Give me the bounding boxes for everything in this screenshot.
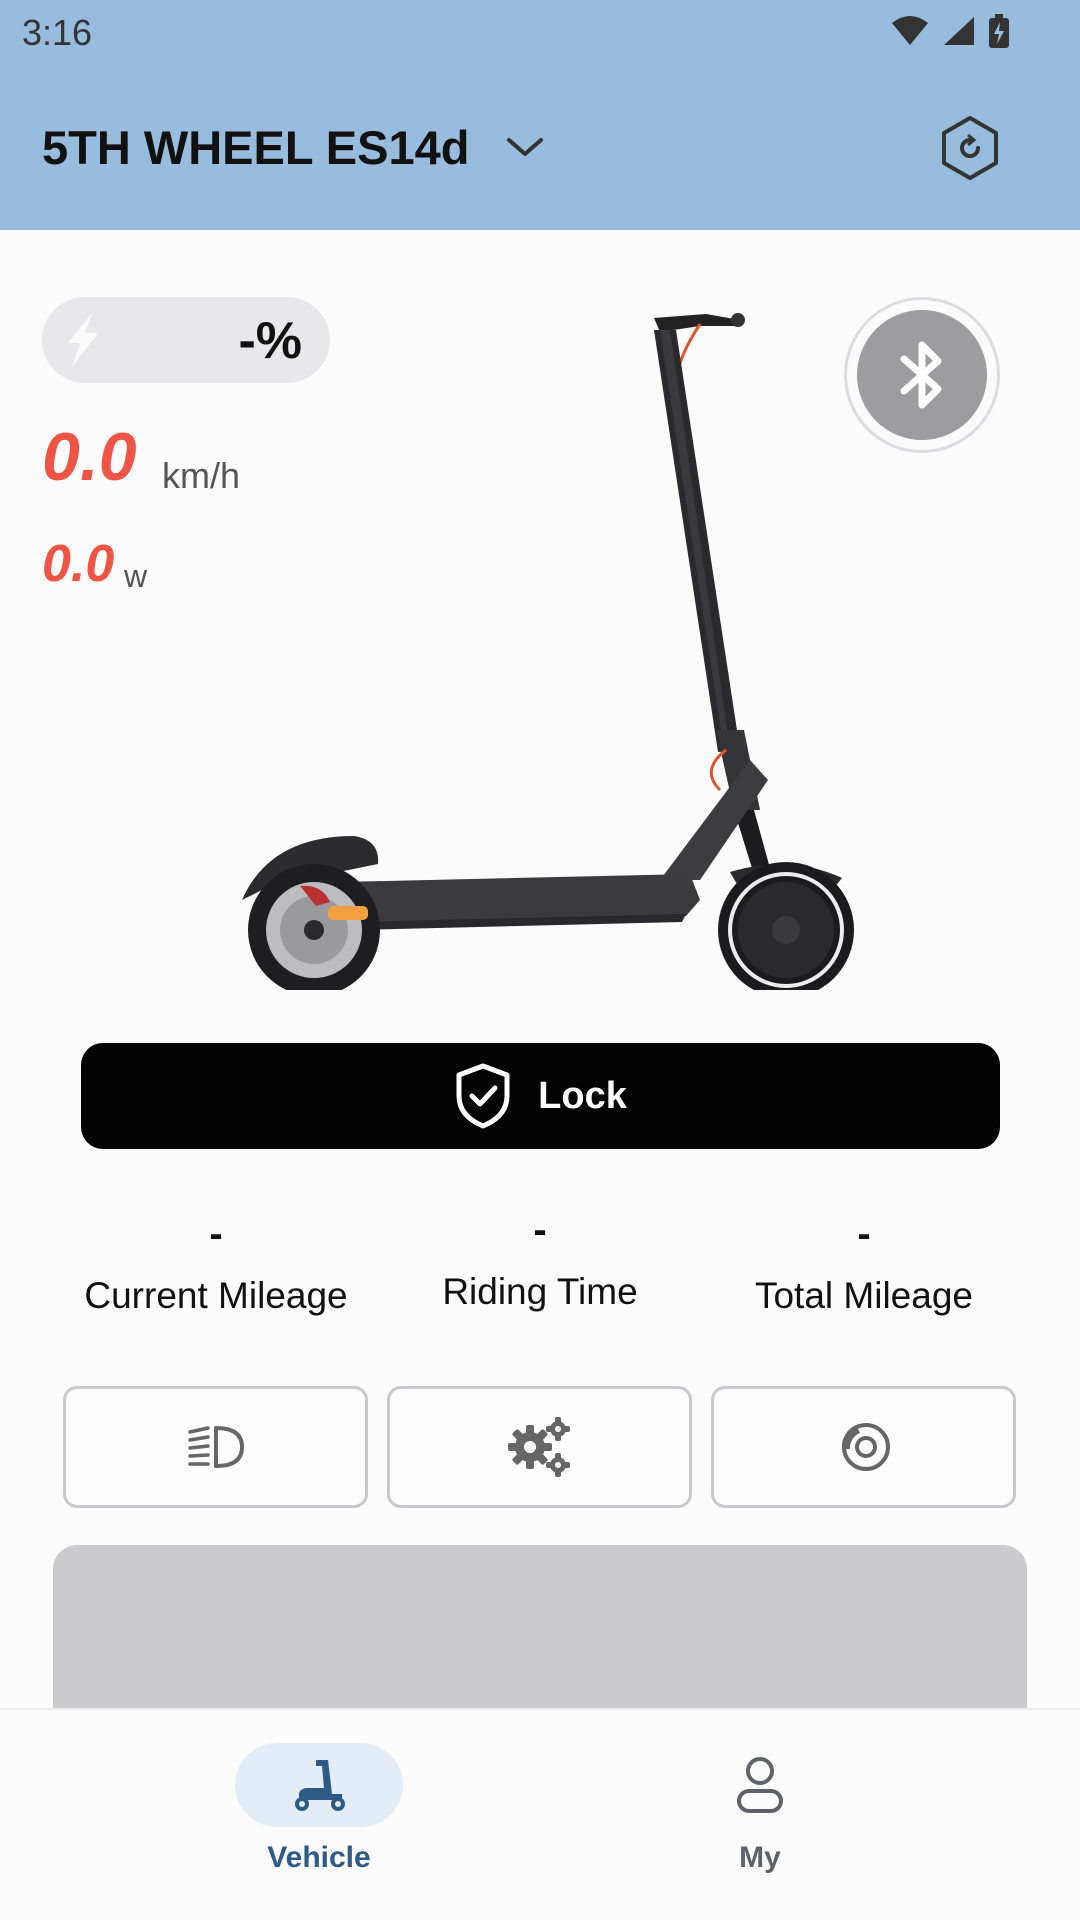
speed-unit: km/h [162,455,241,496]
speed-value: 0.0 [42,419,137,495]
nav-my[interactable]: My [660,1743,860,1875]
bluetooth-button-inner[interactable] [857,310,987,440]
bottom-nav: Vehicle My [0,1708,1080,1920]
chevron-down-icon[interactable] [505,136,545,160]
shield-check-icon [456,1063,510,1129]
brake-disc-icon [841,1423,890,1471]
bluetooth-icon [900,341,942,409]
status-icons [890,14,1010,48]
nav-my-label: My [739,1841,781,1874]
brake-button[interactable] [711,1386,1016,1508]
status-time: 3:16 [22,12,93,53]
battery-status-icon [989,14,1009,48]
lock-button[interactable]: Lock [81,1043,1000,1149]
stat-value: - [857,1212,871,1256]
scooter-icon [295,1760,345,1811]
stat-value: - [533,1208,547,1252]
nav-vehicle-label: Vehicle [267,1841,371,1874]
stat-riding-time: - Riding Time [375,1208,705,1313]
nav-vehicle-pill[interactable] [235,1743,403,1827]
stat-label: Total Mileage [754,1275,973,1316]
power-unit: w [124,558,148,594]
nav-vehicle[interactable]: Vehicle [219,1743,419,1875]
app-header: 3:16 5TH WHEEL ES14d [0,0,1080,230]
stat-value: - [209,1212,223,1256]
stat-total-mileage: - Total Mileage [699,1212,1029,1317]
settings-hexagon-icon[interactable] [938,114,1002,182]
scooter-image [242,313,854,990]
signal-icon [944,17,974,45]
headlight-button[interactable] [63,1386,368,1508]
device-title[interactable]: 5TH WHEEL ES14d [42,120,469,175]
bolt-icon [68,313,98,367]
nav-my-pill[interactable] [676,1743,844,1827]
settings-gears-button[interactable] [387,1386,692,1508]
lock-button-label: Lock [538,1074,627,1117]
wifi-icon [892,16,928,45]
stat-label: Current Mileage [84,1275,348,1316]
person-icon [737,1757,783,1813]
stat-label: Riding Time [442,1271,638,1312]
headlight-icon [187,1426,244,1468]
power-value: 0.0 [42,535,115,593]
stat-current-mileage: - Current Mileage [51,1212,381,1317]
gears-icon [507,1417,570,1477]
